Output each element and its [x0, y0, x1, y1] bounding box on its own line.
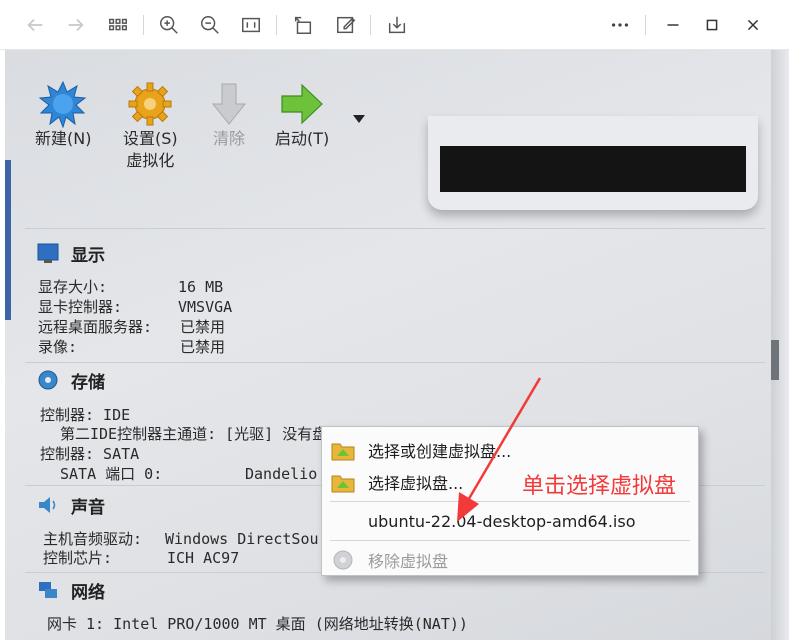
annotation-text: 单击选择虚拟盘 [522, 474, 677, 499]
grid-icon[interactable] [103, 10, 133, 40]
forward-icon[interactable] [61, 10, 91, 40]
storage-title: 存储 [71, 372, 105, 393]
disk-folder-icon [330, 438, 356, 462]
display-section-header[interactable]: 显示 [5, 235, 765, 271]
vram-key: 显存大小: [38, 278, 108, 296]
start-label: 启动(T) [275, 129, 330, 148]
storage-disk-icon [37, 369, 59, 391]
actual-size-icon[interactable] [236, 10, 266, 40]
monitor-icon [37, 242, 59, 264]
new-vm-button[interactable]: 新建(N) [35, 80, 91, 150]
zoom-in-icon[interactable] [154, 10, 184, 40]
discard-button[interactable]: 清除 [205, 80, 253, 150]
maximize-icon[interactable] [697, 10, 727, 40]
nic1-value: 网卡 1: Intel PRO/1000 MT 桌面 (网络地址转换(NAT)) [47, 615, 468, 633]
sata-controller: 控制器: SATA [40, 445, 140, 463]
storage-section-header[interactable]: 存储 [5, 362, 765, 398]
remote-desktop-value: 已禁用 [180, 318, 226, 336]
menu-remove-disk: 移除虚拟盘 [322, 545, 698, 575]
menu-separator [330, 540, 690, 541]
settings-sublabel: 虚拟化 [126, 151, 175, 170]
graphics-controller-key: 显卡控制器: [38, 298, 123, 316]
recording-value: 已禁用 [180, 338, 226, 356]
start-arrow-icon [278, 80, 326, 128]
audio-chip-key: 控制芯片: [43, 549, 113, 567]
close-icon[interactable] [738, 10, 768, 40]
divider [25, 228, 765, 229]
back-icon[interactable] [20, 10, 50, 40]
graphics-controller-value: VMSVGA [178, 298, 233, 316]
annotation-arrow-icon [457, 377, 542, 522]
vram-value: 16 MB [178, 278, 224, 296]
network-icon [37, 579, 59, 601]
sata-port-key: SATA 端口 0: [60, 465, 163, 483]
minimize-icon[interactable] [658, 10, 688, 40]
ide-channel: 第二IDE控制器主通道: [光驱] 没有盘片 [60, 425, 343, 443]
rotate-icon[interactable] [288, 10, 318, 40]
preview-screen [440, 146, 746, 192]
remote-desktop-key: 远程桌面服务器: [38, 318, 153, 336]
zoom-out-icon[interactable] [195, 10, 225, 40]
download-icon[interactable] [382, 10, 412, 40]
remove-disk-icon [330, 548, 356, 572]
discard-arrow-icon [205, 80, 253, 128]
disk-folder-icon [330, 470, 356, 494]
ide-controller: 控制器: IDE [40, 406, 131, 424]
audio-driver-key: 主机音频驱动: [43, 530, 143, 548]
audio-chip-value: ICH AC97 [167, 549, 240, 567]
more-icon[interactable] [605, 10, 635, 40]
sata-port-value[interactable]: Dandelio [245, 465, 317, 483]
new-starburst-icon [38, 80, 87, 129]
gear-icon [126, 80, 174, 128]
display-title: 显示 [71, 245, 105, 266]
network-title: 网络 [71, 582, 105, 603]
speaker-icon [37, 494, 59, 516]
new-label: 新建(N) [35, 129, 92, 148]
settings-button[interactable]: 设置(S) 虚拟化 [123, 80, 178, 172]
audio-title: 声音 [71, 497, 105, 518]
vm-preview [428, 116, 758, 210]
scrollbar-thumb[interactable] [771, 340, 779, 380]
start-dropdown-icon[interactable] [353, 108, 365, 127]
menu-label: 移除虚拟盘 [368, 552, 449, 571]
start-button[interactable]: 启动(T) [275, 80, 329, 150]
settings-label: 设置(S) [123, 129, 178, 148]
virtualbox-photo: 新建(N) 设置(S) 虚拟化 清除 启动(T) 显示 显存大小: 16 MB … [5, 50, 789, 640]
audio-driver-value: Windows DirectSou [165, 530, 319, 548]
edit-icon[interactable] [331, 10, 361, 40]
image-viewer-toolbar [0, 0, 789, 50]
network-section-header[interactable]: 网络 [5, 572, 765, 608]
recording-key: 录像: [38, 338, 78, 356]
discard-label: 清除 [212, 129, 245, 148]
